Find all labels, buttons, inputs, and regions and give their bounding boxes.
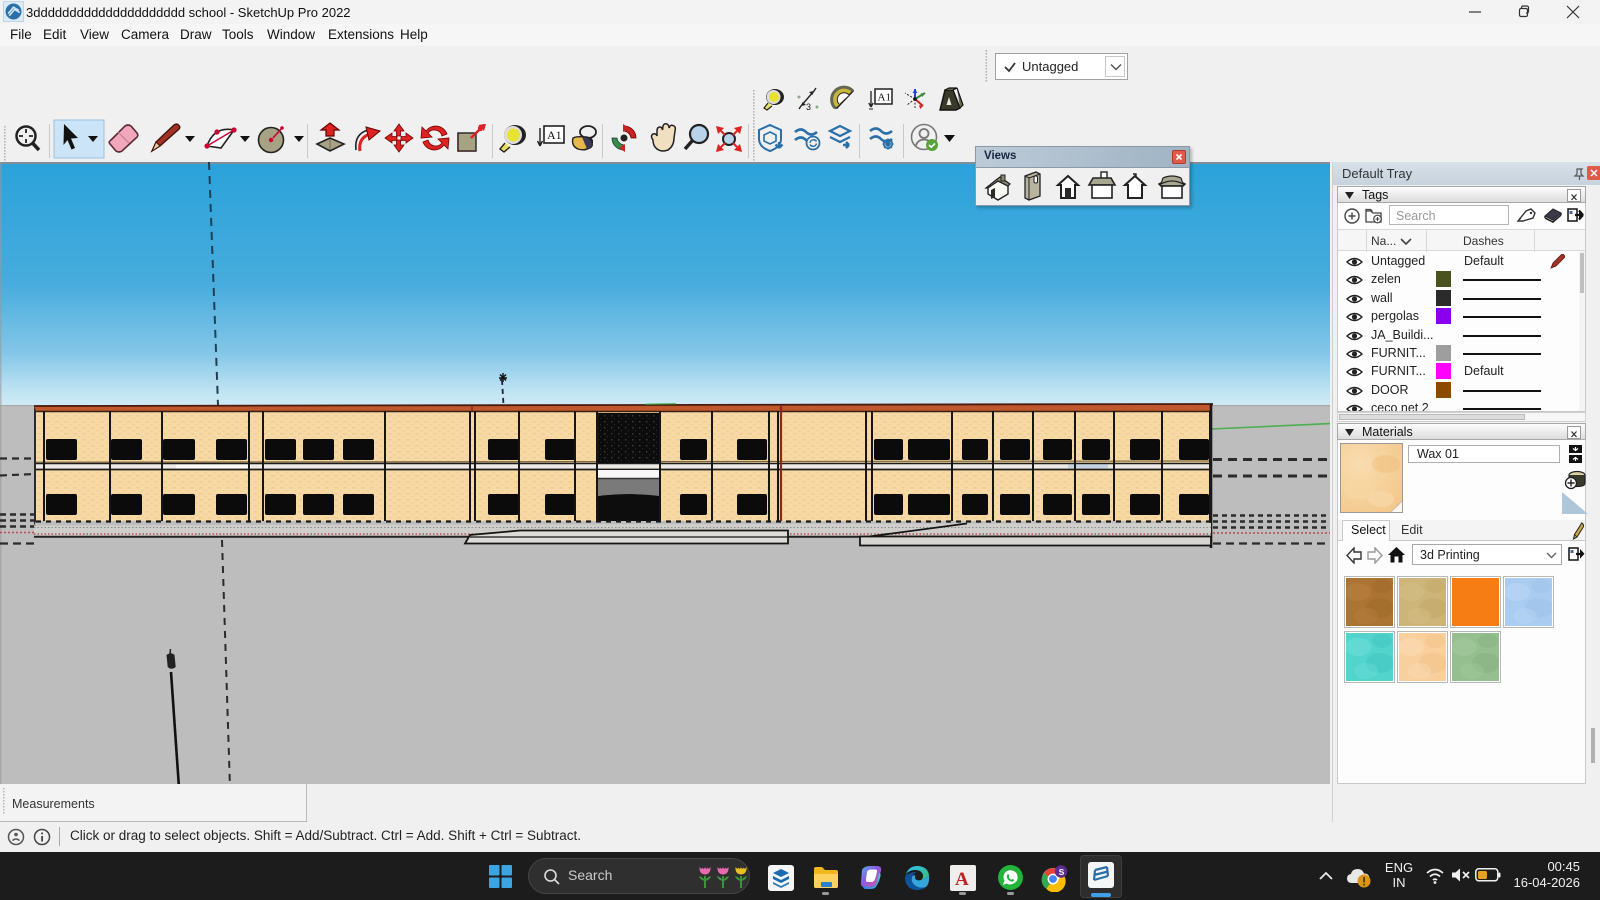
svg-text:S: S xyxy=(1059,867,1065,877)
svg-text:A1: A1 xyxy=(878,92,891,104)
svg-text:3: 3 xyxy=(806,102,811,112)
svg-text:A1: A1 xyxy=(547,128,562,142)
svg-text:A: A xyxy=(955,869,969,890)
